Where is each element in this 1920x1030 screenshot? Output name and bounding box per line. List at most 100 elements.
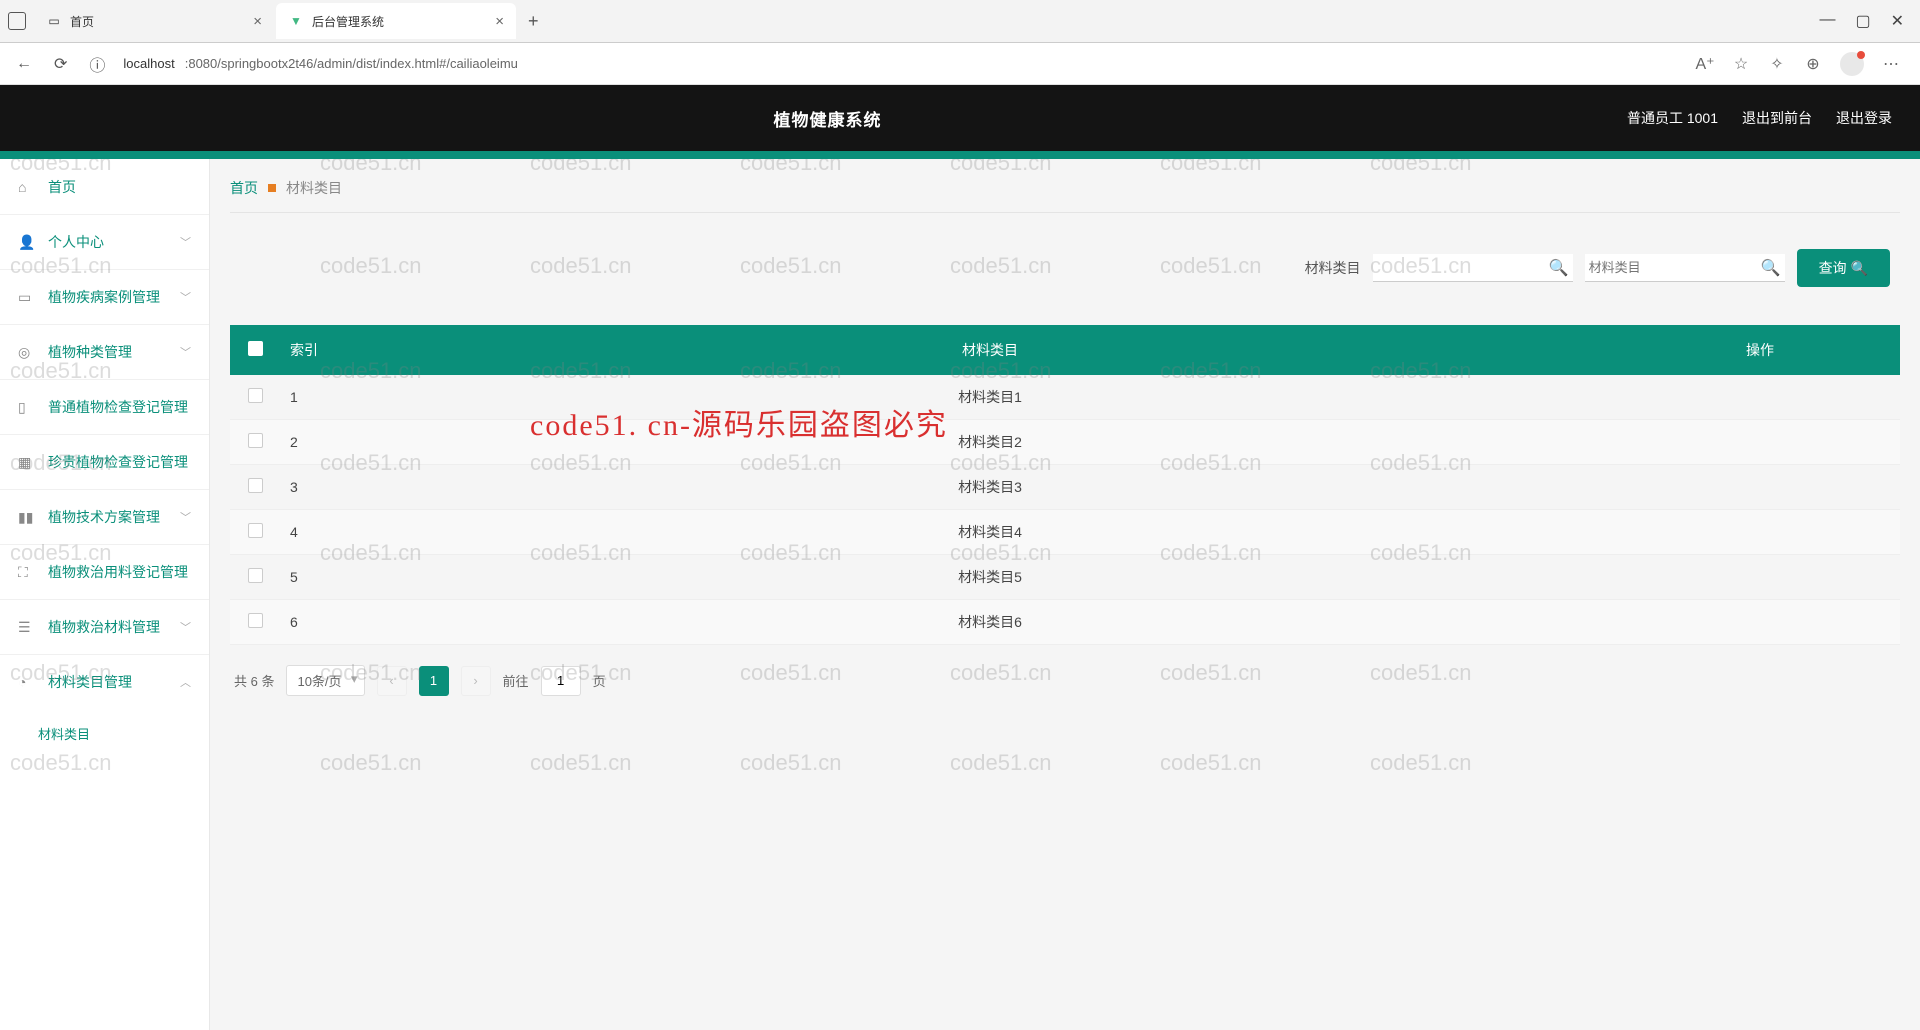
browser-tab-2[interactable]: ▼ 后台管理系统 × [276,3,516,39]
cell-index: 1 [280,375,360,420]
chevron-down-icon: ﹀ [180,619,191,635]
user-info[interactable]: 普通员工 1001 [1627,108,1718,128]
row-checkbox[interactable] [248,523,263,538]
goto-page-input[interactable] [541,666,581,696]
sidebar-item-label: 材料类目管理 [48,672,132,692]
chevron-up-icon: ︿ [180,674,191,690]
cell-name: 材料类目1 [360,375,1620,420]
minimize-icon[interactable]: — [1819,11,1835,31]
cell-index: 3 [280,465,360,510]
sidebar-item-normal-check[interactable]: ▯普通植物检查登记管理 [0,379,209,434]
sidebar-item-label: 植物救治材料管理 [48,617,160,637]
more-icon[interactable]: ⋯ [1882,55,1900,73]
refresh-icon[interactable]: ⟳ [50,50,71,78]
scan-icon: ⛶ [18,564,36,581]
user-icon: 👤 [18,234,36,251]
favorites-bar-icon[interactable]: ✧ [1768,55,1786,73]
breadcrumb: 首页 材料类目 [230,173,1900,213]
sidebar-item-rare-check[interactable]: ▦ 珍贵植物检查登记管理 [0,434,209,489]
sidebar-item-rescue-material[interactable]: ⛶植物救治用料登记管理 [0,544,209,599]
browser-tab-1[interactable]: ▭ 首页 × [34,3,274,39]
app-title: 植物健康系统 [28,106,1627,131]
cell-name: 材料类目3 [360,465,1620,510]
search-input-2[interactable] [1585,254,1785,282]
search-icon[interactable]: 🔍 [1761,258,1781,278]
goto-front-link[interactable]: 退出到前台 [1742,108,1812,128]
address-bar: ← ⟳ ⓘ localhost :8080/springbootx2t46/adm… [0,43,1920,85]
data-table: 索引 材料类目 操作 1材料类目12材料类目23材料类目34材料类目45材料类目… [230,325,1900,645]
sidebar-item-material-category[interactable]: ◔材料类目管理︿ [0,654,209,709]
sidebar-item-profile[interactable]: 👤个人中心﹀ [0,214,209,269]
row-checkbox[interactable] [248,478,263,493]
table-row: 3材料类目3 [230,465,1900,510]
cell-actions [1620,600,1900,645]
maximize-icon[interactable]: ▢ [1855,11,1870,31]
query-button-label: 查询 [1819,258,1847,278]
home-icon: ⌂ [18,179,36,195]
tab-groups-icon[interactable] [8,12,26,30]
logout-link[interactable]: 退出登录 [1836,108,1892,128]
next-page-button[interactable]: › [461,666,491,696]
table-row: 4材料类目4 [230,510,1900,555]
cell-actions [1620,375,1900,420]
window-controls: — ▢ ✕ [1819,11,1912,31]
sidebar-item-label: 首页 [48,177,76,197]
row-checkbox[interactable] [248,568,263,583]
cell-name: 材料类目4 [360,510,1620,555]
close-icon[interactable]: × [495,13,504,30]
sidebar-item-label: 植物疾病案例管理 [48,287,160,307]
search-input-1[interactable] [1373,254,1573,282]
sidebar-item-rescue-mgmt[interactable]: ☰植物救治材料管理﹀ [0,599,209,654]
page-size-select[interactable]: 10条/页 [286,665,364,696]
sidebar-item-label: 珍贵植物检查登记管理 [48,452,188,472]
chat-icon: ▭ [18,289,36,306]
sidebar-item-label: 植物种类管理 [48,342,132,362]
pagination: 共 6 条 10条/页 ‹ 1 › 前往 页 [230,645,1900,716]
table-row: 1材料类目1 [230,375,1900,420]
row-checkbox[interactable] [248,433,263,448]
prev-page-button[interactable]: ‹ [377,666,407,696]
sidebar-item-home[interactable]: ⌂ 首页 [0,159,209,214]
favorite-icon[interactable]: ☆ [1732,55,1750,73]
chevron-down-icon: ﹀ [180,289,191,305]
chevron-down-icon: ﹀ [180,234,191,250]
select-all-checkbox[interactable] [248,341,263,356]
search-bar: 材料类目 🔍 🔍 查询🔍 [230,213,1900,307]
profile-icon[interactable] [1840,52,1864,76]
bars-icon: ▮▮ [18,509,36,526]
cell-actions [1620,510,1900,555]
sidebar-item-disease[interactable]: ▭ 植物疾病案例管理 ﹀ [0,269,209,324]
url-host: localhost [123,56,174,71]
url-path: :8080/springbootx2t46/admin/dist/index.h… [185,56,518,71]
breadcrumb-current: 材料类目 [286,178,342,198]
close-window-icon[interactable]: ✕ [1891,11,1904,31]
cell-actions [1620,465,1900,510]
collections-icon[interactable]: ⊕ [1804,55,1822,73]
pagination-total: 共 6 条 [234,671,274,690]
sidebar-item-tech[interactable]: ▮▮植物技术方案管理﹀ [0,489,209,544]
search-icon[interactable]: 🔍 [1549,258,1569,278]
search-label-1: 材料类目 [1305,258,1361,278]
cell-name: 材料类目2 [360,420,1620,465]
sidebar-item-label: 植物技术方案管理 [48,507,160,527]
new-tab-button[interactable]: + [518,11,549,32]
column-actions: 操作 [1620,325,1900,375]
info-icon[interactable]: ⓘ [85,48,109,80]
breadcrumb-home[interactable]: 首页 [230,178,258,198]
row-checkbox[interactable] [248,613,263,628]
page-number-1[interactable]: 1 [419,666,449,696]
back-icon[interactable]: ← [12,51,36,77]
read-aloud-icon[interactable]: A⁺ [1696,55,1714,73]
file-icon: ▯ [18,399,36,416]
sidebar-subitem-material-category[interactable]: 材料类目 [0,709,209,757]
url-input[interactable]: localhost :8080/springbootx2t46/admin/dis… [123,56,1682,71]
goto-suffix: 页 [593,671,606,690]
chevron-down-icon: ﹀ [180,344,191,360]
dash-icon: ▦ [18,454,36,471]
row-checkbox[interactable] [248,388,263,403]
query-button[interactable]: 查询🔍 [1797,249,1890,287]
search-icon: 🔍 [1851,260,1868,277]
cell-index: 5 [280,555,360,600]
sidebar-item-species[interactable]: ◎植物种类管理﹀ [0,324,209,379]
close-icon[interactable]: × [253,13,262,30]
